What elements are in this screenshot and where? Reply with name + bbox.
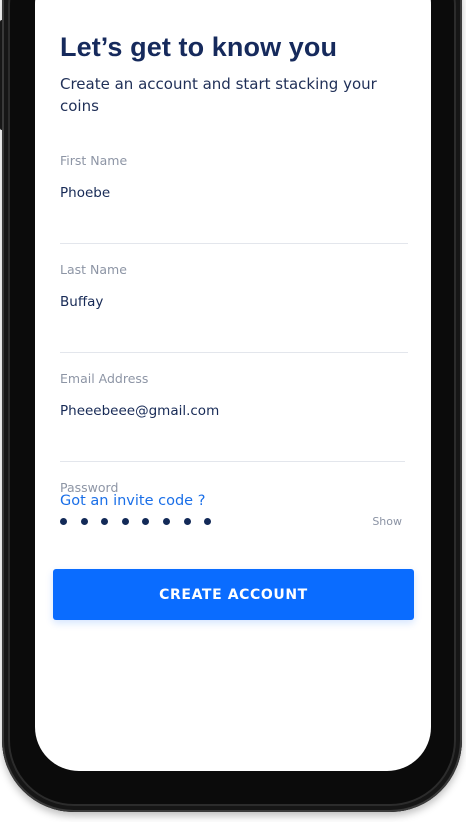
password-mask-dot — [121, 518, 129, 525]
email-field[interactable]: Email Address — [60, 371, 405, 462]
phone-screen: Let’s get to know you Create an account … — [35, 0, 431, 771]
password-mask-dot — [80, 518, 88, 525]
page-title: Let’s get to know you — [60, 32, 338, 62]
page-subtitle: Create an account and start stacking you… — [60, 75, 377, 115]
password-mask-dot — [101, 518, 109, 525]
signup-form: Let’s get to know you Create an account … — [53, 30, 414, 620]
first-name-field[interactable]: First Name — [60, 153, 408, 244]
first-name-input[interactable] — [60, 185, 360, 201]
email-input[interactable] — [60, 403, 360, 419]
create-account-button[interactable]: CREATE ACCOUNT — [53, 569, 414, 620]
password-mask-dot — [60, 518, 67, 525]
last-name-label: Last Name — [60, 262, 127, 277]
last-name-input[interactable] — [60, 294, 360, 310]
password-mask-dot — [183, 518, 191, 525]
password-input[interactable] — [60, 518, 212, 525]
show-password-toggle[interactable]: Show — [372, 515, 402, 528]
last-name-field[interactable]: Last Name — [60, 262, 408, 353]
password-mask-dot — [142, 518, 150, 525]
invite-code-link[interactable]: Got an invite code ? — [60, 493, 205, 509]
password-mask-dot — [162, 518, 170, 525]
password-mask-dot — [204, 518, 212, 525]
first-name-label: First Name — [60, 153, 128, 168]
device-stage: Let’s get to know you Create an account … — [0, 0, 466, 822]
email-label: Email Address — [60, 371, 149, 386]
